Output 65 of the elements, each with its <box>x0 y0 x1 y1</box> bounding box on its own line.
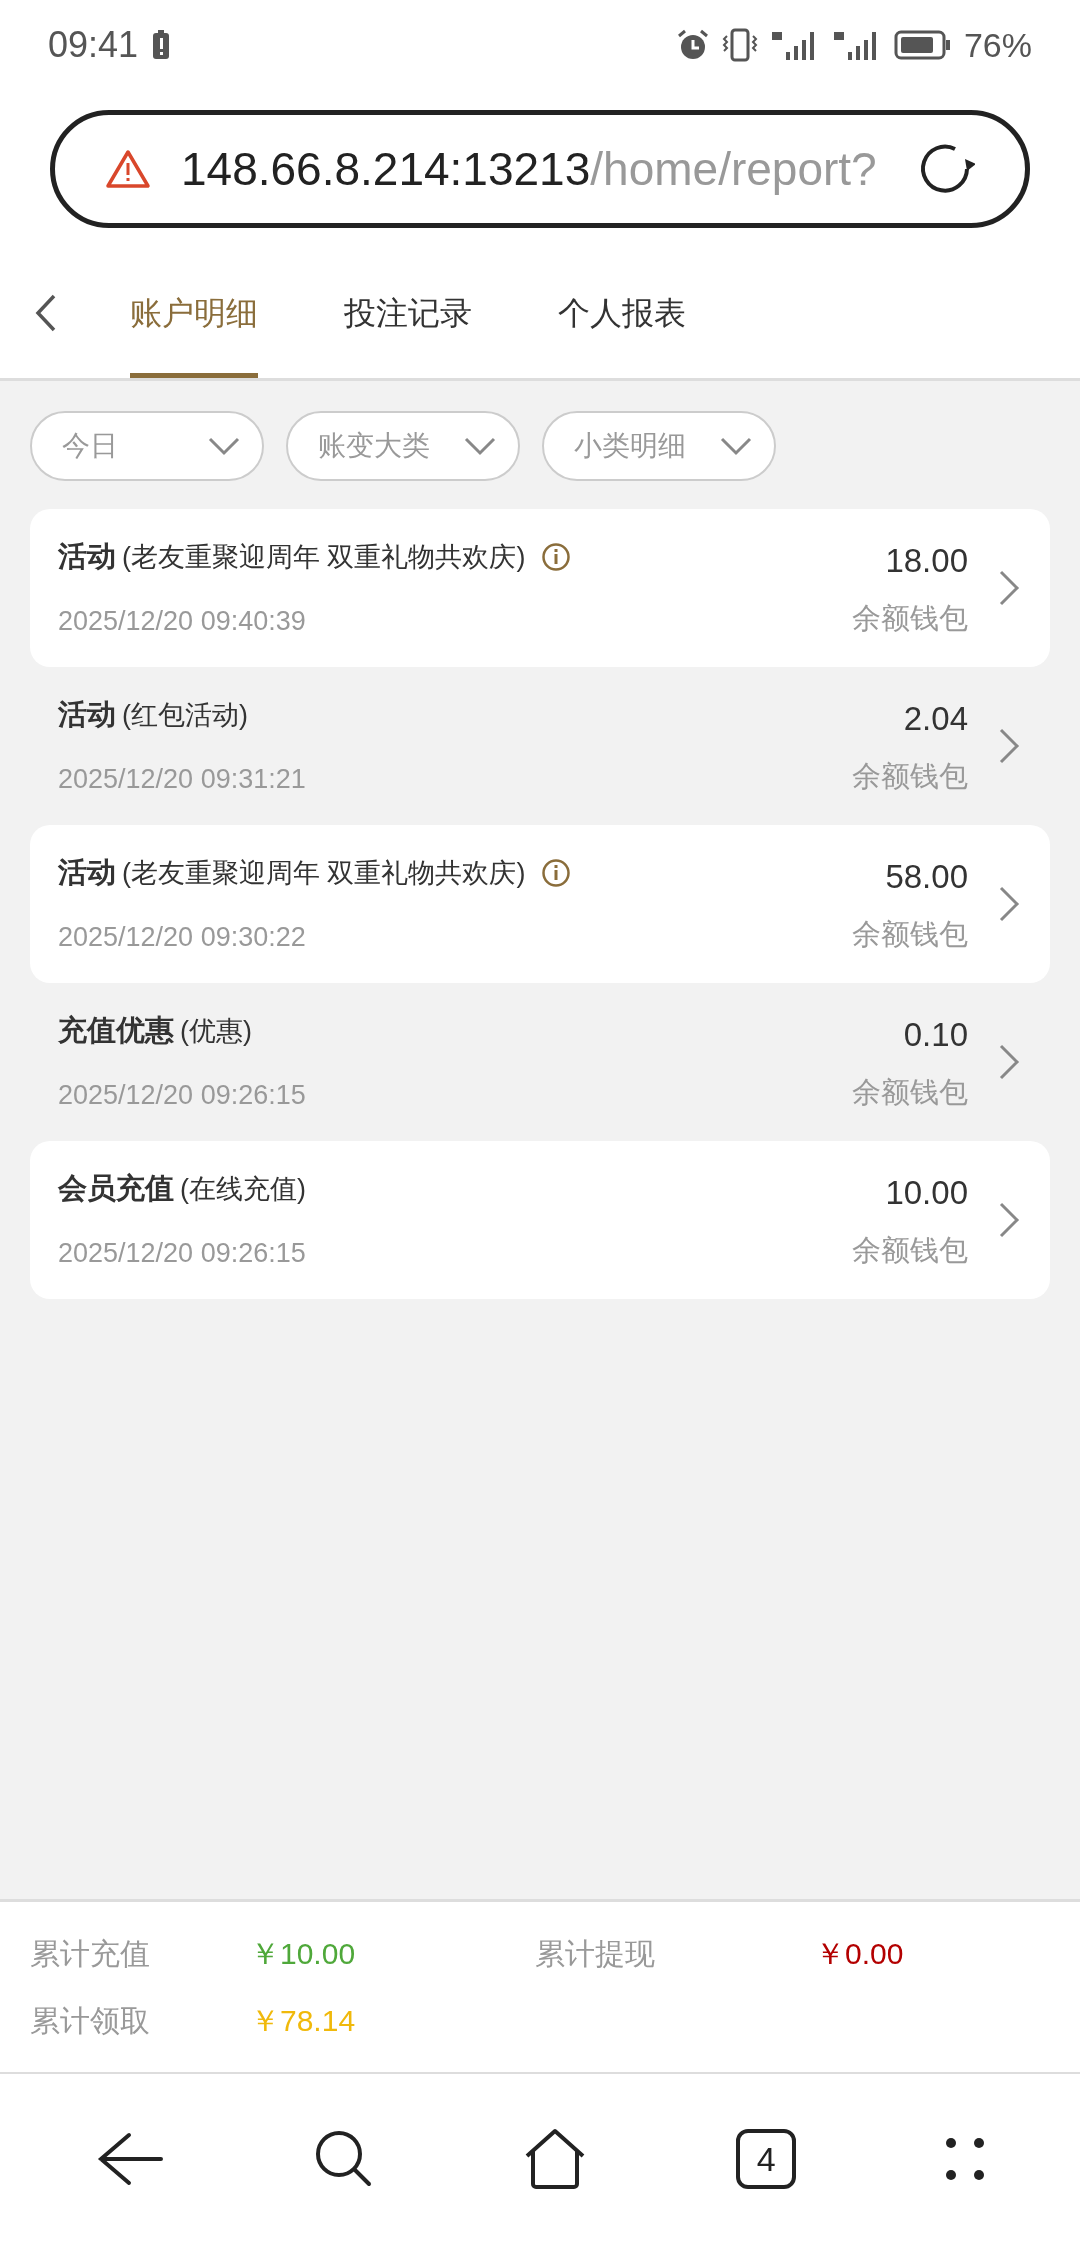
record-detail: (红包活动) <box>122 698 248 732</box>
search-icon[interactable] <box>313 2129 374 2189</box>
record-row[interactable]: 充值优惠 (优惠) 2025/12/20 09:26:15 0.10 余额钱包 <box>30 983 1050 1141</box>
vibrate-icon <box>721 28 758 62</box>
record-card[interactable]: 活动 (老友重聚迎周年 双重礼物共欢庆) 2025/12/20 09:30:22 58.00 余额钱包 <box>30 825 1050 983</box>
record-title: 活动 <box>58 697 116 732</box>
record-card[interactable]: 会员充值 (在线充值) 2025/12/20 09:26:15 10.00 余额钱包 <box>30 1141 1050 1299</box>
record-detail: (老友重聚迎周年 双重礼物共欢庆) <box>122 540 526 574</box>
battery-icon <box>893 30 952 60</box>
record-time: 2025/12/20 09:31:21 <box>58 762 307 796</box>
summary-label: 累计领取 <box>30 2004 150 2037</box>
url-text: 148.66.8.214:13213/home/report? <box>181 141 878 197</box>
summary-label: 累计充值 <box>30 1937 150 1970</box>
record-amount: 2.04 <box>903 698 968 739</box>
record-time: 2025/12/20 09:30:22 <box>58 920 307 954</box>
summary-value: ￥10.00 <box>250 1937 356 1970</box>
info-icon[interactable] <box>541 541 572 572</box>
record-row[interactable]: 活动 (红包活动) 2025/12/20 09:31:21 2.04 余额钱包 <box>30 667 1050 825</box>
wallet-label: 余额钱包 <box>852 759 968 794</box>
alarm-icon <box>675 28 710 62</box>
record-detail: (在线充值) <box>180 1172 306 1206</box>
summary-label: 累计提现 <box>535 1937 655 1970</box>
dropdown-placeholder: 今日 <box>62 429 118 463</box>
chevron-right-icon <box>998 569 1020 607</box>
record-detail: (优惠) <box>180 1014 252 1048</box>
chevron-right-icon <box>998 885 1020 923</box>
tab-count-button[interactable]: 4 <box>736 2129 797 2189</box>
record-detail: (老友重聚迎周年 双重礼物共欢庆) <box>122 856 526 890</box>
chevron-right-icon <box>998 1201 1020 1239</box>
summary-value: ￥0.00 <box>815 1937 904 1970</box>
wallet-label: 余额钱包 <box>852 917 968 952</box>
battery-alert-icon <box>152 30 171 60</box>
chevron-right-icon <box>998 727 1020 765</box>
record-amount: 10.00 <box>885 1172 968 1213</box>
tab[interactable]: 投注记录 <box>344 248 472 378</box>
address-bar[interactable]: 148.66.8.214:13213/home/report? <box>50 110 1030 228</box>
chevron-right-icon <box>998 1043 1020 1081</box>
chevron-down-icon <box>720 436 752 456</box>
record-time: 2025/12/20 09:26:15 <box>58 1078 307 1112</box>
dropdown-placeholder: 小类明细 <box>574 429 686 463</box>
chevron-down-icon <box>208 436 240 456</box>
record-title: 活动 <box>58 539 116 574</box>
more-icon[interactable] <box>945 2137 986 2181</box>
status-time: 09:41 <box>48 23 139 67</box>
tab[interactable]: 个人报表 <box>558 248 686 378</box>
battery-percent: 76% <box>963 24 1032 66</box>
wallet-label: 余额钱包 <box>852 1233 968 1268</box>
record-amount: 0.10 <box>903 1014 968 1055</box>
record-time: 2025/12/20 09:40:39 <box>58 604 307 638</box>
info-icon[interactable] <box>541 857 572 888</box>
wallet-label: 余额钱包 <box>852 1075 968 1110</box>
back-icon[interactable] <box>34 293 58 333</box>
dropdown-placeholder: 账变大类 <box>318 429 430 463</box>
record-title: 活动 <box>58 855 116 890</box>
record-amount: 18.00 <box>885 540 968 581</box>
chevron-down-icon <box>464 436 496 456</box>
record-title: 充值优惠 <box>58 1013 174 1048</box>
record-amount: 58.00 <box>885 856 968 897</box>
wallet-label: 余额钱包 <box>852 601 968 636</box>
warning-icon <box>105 149 151 189</box>
record-time: 2025/12/20 09:26:15 <box>58 1236 307 1270</box>
tab[interactable]: 账户明细 <box>130 248 258 378</box>
summary-value: ￥78.14 <box>250 2004 356 2037</box>
record-card[interactable]: 活动 (老友重聚迎周年 双重礼物共欢庆) 2025/12/20 09:40:39 18.00 余额钱包 <box>30 509 1050 667</box>
record-title: 会员充值 <box>58 1171 174 1206</box>
